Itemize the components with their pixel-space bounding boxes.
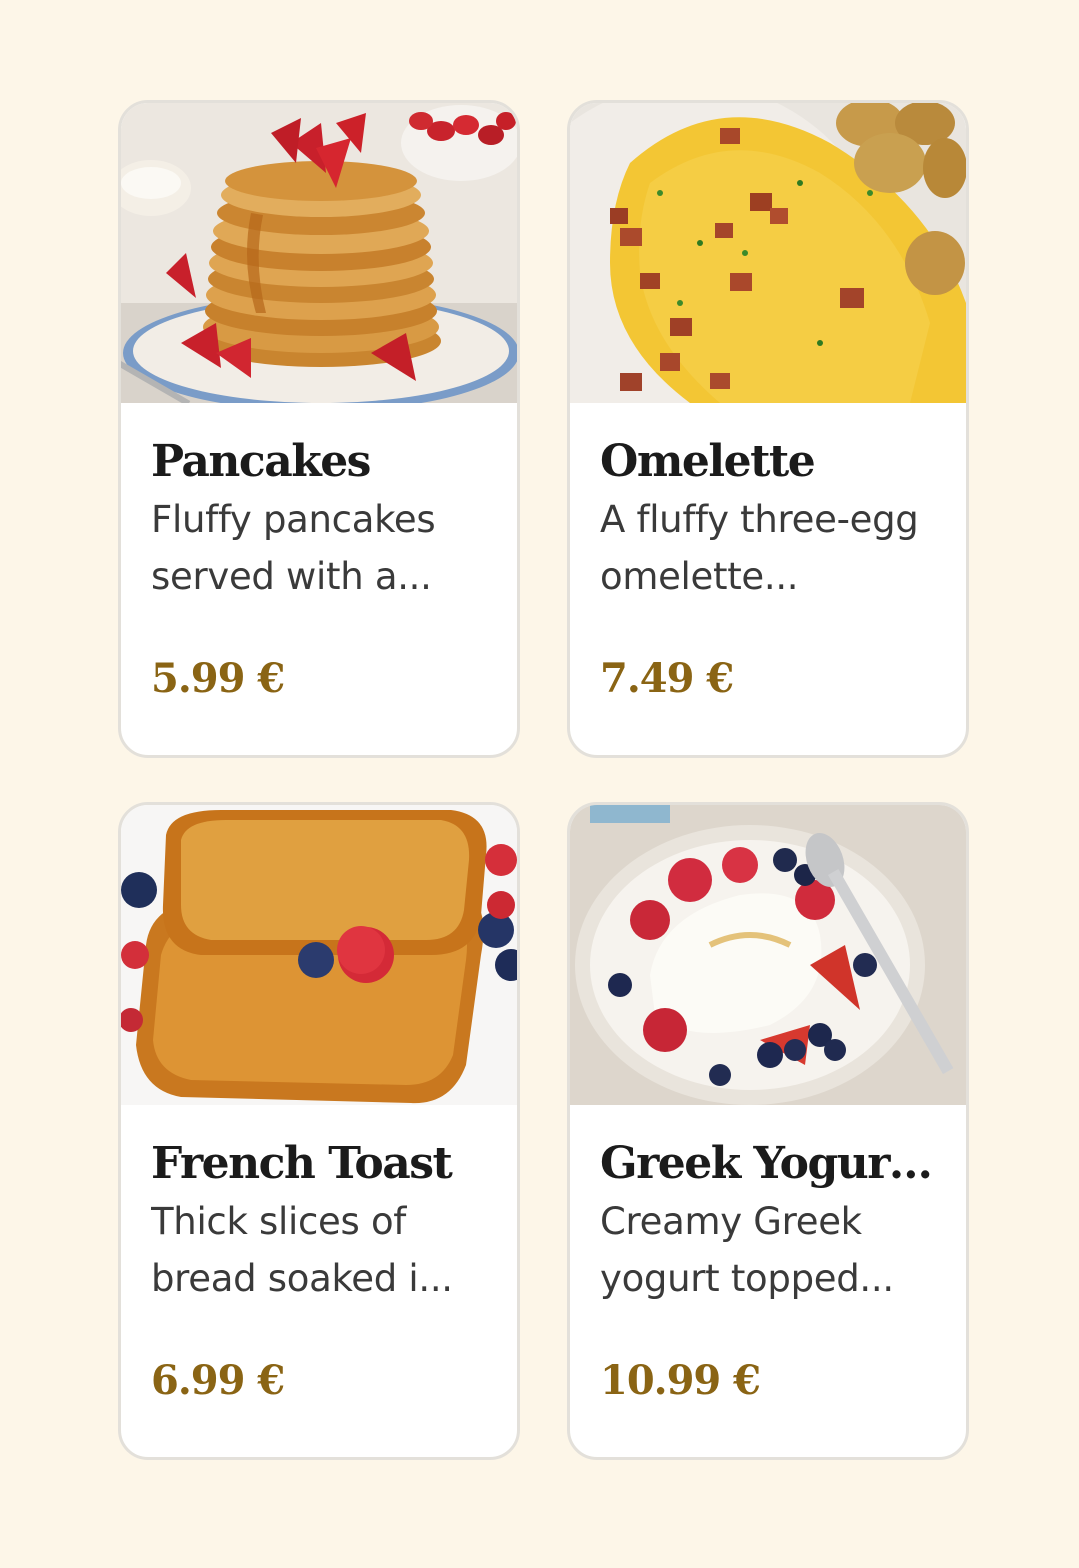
- card-body: French Toast Thick slices of bread soake…: [151, 1135, 491, 1307]
- item-name: Pancakes: [151, 436, 371, 487]
- item-description: Creamy Greek yogurt topped...: [600, 1200, 894, 1300]
- greek-yogurt-photo: [570, 805, 966, 1105]
- item-description: Fluffy pancakes served with a...: [151, 498, 436, 598]
- item-price: 6.99 €: [151, 1357, 285, 1404]
- item-description: A fluffy three-egg omelette...: [600, 498, 919, 598]
- item-name: Omelette: [600, 436, 816, 487]
- menu-grid: Pancakes Fluffy pancakes served with a..…: [118, 100, 969, 1460]
- card-body: Omelette A fluffy three-egg omelette...: [600, 433, 940, 605]
- menu-card-pancakes[interactable]: Pancakes Fluffy pancakes served with a..…: [118, 100, 520, 758]
- item-name: French Toast: [151, 1138, 453, 1189]
- pancakes-photo: [121, 103, 517, 403]
- item-price: 7.49 €: [600, 655, 734, 702]
- card-body: Pancakes Fluffy pancakes served with a..…: [151, 433, 491, 605]
- menu-card-french-toast[interactable]: French Toast Thick slices of bread soake…: [118, 802, 520, 1460]
- omelette-photo: [570, 103, 966, 403]
- menu-card-omelette[interactable]: Omelette A fluffy three-egg omelette... …: [567, 100, 969, 758]
- french-toast-photo: [121, 805, 517, 1105]
- item-description: Thick slices of bread soaked i...: [151, 1200, 453, 1300]
- menu-card-greek-yogurt[interactable]: Greek Yogurt ... Creamy Greek yogurt top…: [567, 802, 969, 1460]
- item-name: Greek Yogurt ...: [600, 1138, 940, 1189]
- item-price: 5.99 €: [151, 655, 285, 702]
- item-price: 10.99 €: [600, 1357, 761, 1404]
- card-body: Greek Yogurt ... Creamy Greek yogurt top…: [600, 1135, 940, 1307]
